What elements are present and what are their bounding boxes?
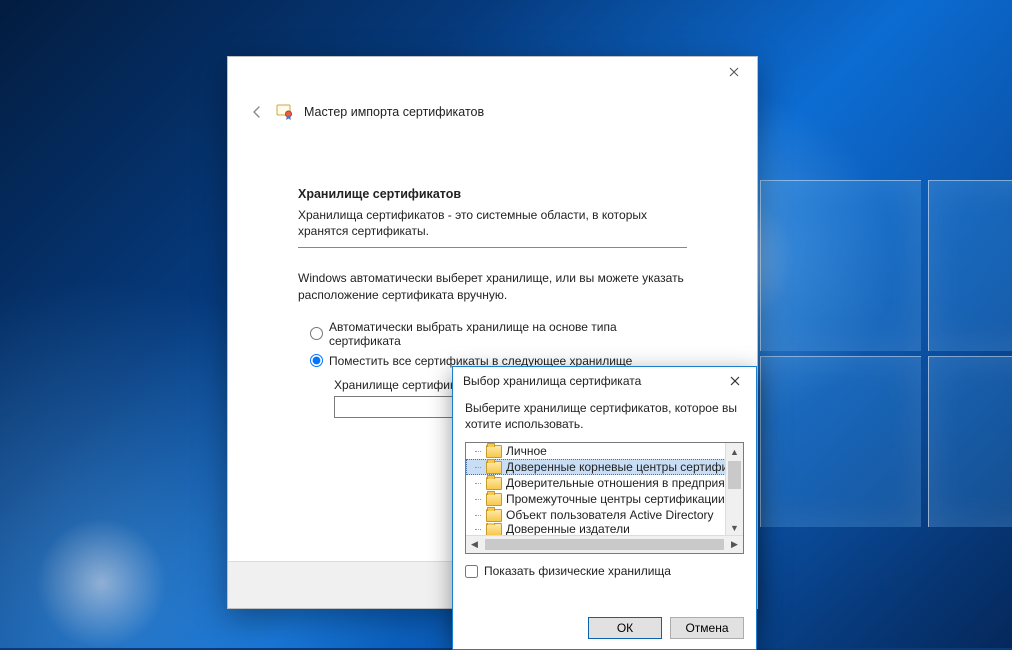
show-physical-checkbox[interactable]	[465, 565, 478, 578]
ok-button[interactable]: ОК	[588, 617, 662, 639]
tree-item-label: Промежуточные центры сертификации	[506, 492, 725, 506]
section-title: Хранилище сертификатов	[298, 187, 687, 201]
folder-icon	[486, 461, 502, 474]
tree-item[interactable]: Объект пользователя Active Directory	[466, 507, 726, 523]
chooser-titlebar[interactable]: Выбор хранилища сертификата	[453, 367, 756, 395]
cancel-button[interactable]: Отмена	[670, 617, 744, 639]
tree-item-label: Объект пользователя Active Directory	[506, 508, 714, 522]
chooser-title: Выбор хранилища сертификата	[463, 374, 641, 388]
vertical-scrollbar[interactable]: ▲ ▼	[725, 443, 743, 536]
tree-item[interactable]: Доверенные издатели	[466, 523, 726, 535]
hscroll-thumb[interactable]	[485, 539, 724, 550]
chooser-close-button[interactable]	[718, 370, 752, 392]
chooser-message: Выберите хранилище сертификатов, которое…	[465, 401, 744, 432]
scroll-up-icon[interactable]: ▲	[726, 443, 743, 460]
radio-auto-select-label: Автоматически выбрать хранилище на основ…	[329, 320, 687, 348]
scroll-thumb[interactable]	[728, 461, 741, 489]
radio-manual-select-input[interactable]	[310, 354, 323, 367]
show-physical-checkbox-row[interactable]: Показать физические хранилища	[465, 564, 744, 578]
tree-item[interactable]: Доверенные корневые центры сертификации	[466, 459, 726, 475]
radio-auto-select-input[interactable]	[310, 327, 323, 340]
back-arrow-icon[interactable]	[248, 103, 266, 121]
wizard-title: Мастер импорта сертификатов	[304, 105, 484, 119]
folder-icon	[486, 509, 502, 522]
folder-icon	[486, 445, 502, 458]
scroll-down-icon[interactable]: ▼	[726, 519, 743, 536]
tree-item-label: Доверенные издатели	[506, 523, 630, 535]
radio-auto-select[interactable]: Автоматически выбрать хранилище на основ…	[310, 320, 687, 348]
tree-item-label: Доверительные отношения в предприятии	[506, 476, 726, 490]
certificate-store-chooser: Выбор хранилища сертификата Выберите хра…	[452, 366, 757, 650]
divider	[298, 247, 687, 248]
show-physical-label: Показать физические хранилища	[484, 564, 671, 578]
section-description: Хранилища сертификатов - это системные о…	[298, 207, 668, 239]
tree-item[interactable]: Доверительные отношения в предприятии	[466, 475, 726, 491]
auto-select-text: Windows автоматически выберет хранилище,…	[298, 270, 687, 304]
horizontal-scrollbar[interactable]: ◀ ▶	[466, 535, 743, 553]
folder-icon	[486, 493, 502, 506]
scroll-right-icon[interactable]: ▶	[726, 539, 743, 550]
tree-item-label: Личное	[506, 444, 547, 458]
tree-item[interactable]: Промежуточные центры сертификации	[466, 491, 726, 507]
store-tree: Личное Доверенные корневые центры сертифи…	[465, 442, 744, 554]
folder-icon	[486, 477, 502, 490]
tree-item-label: Доверенные корневые центры сертификации	[506, 460, 726, 474]
tree-item[interactable]: Личное	[466, 443, 726, 459]
scroll-left-icon[interactable]: ◀	[466, 539, 483, 550]
close-button[interactable]	[717, 61, 751, 83]
certificate-icon	[276, 103, 294, 121]
folder-icon	[486, 523, 502, 535]
